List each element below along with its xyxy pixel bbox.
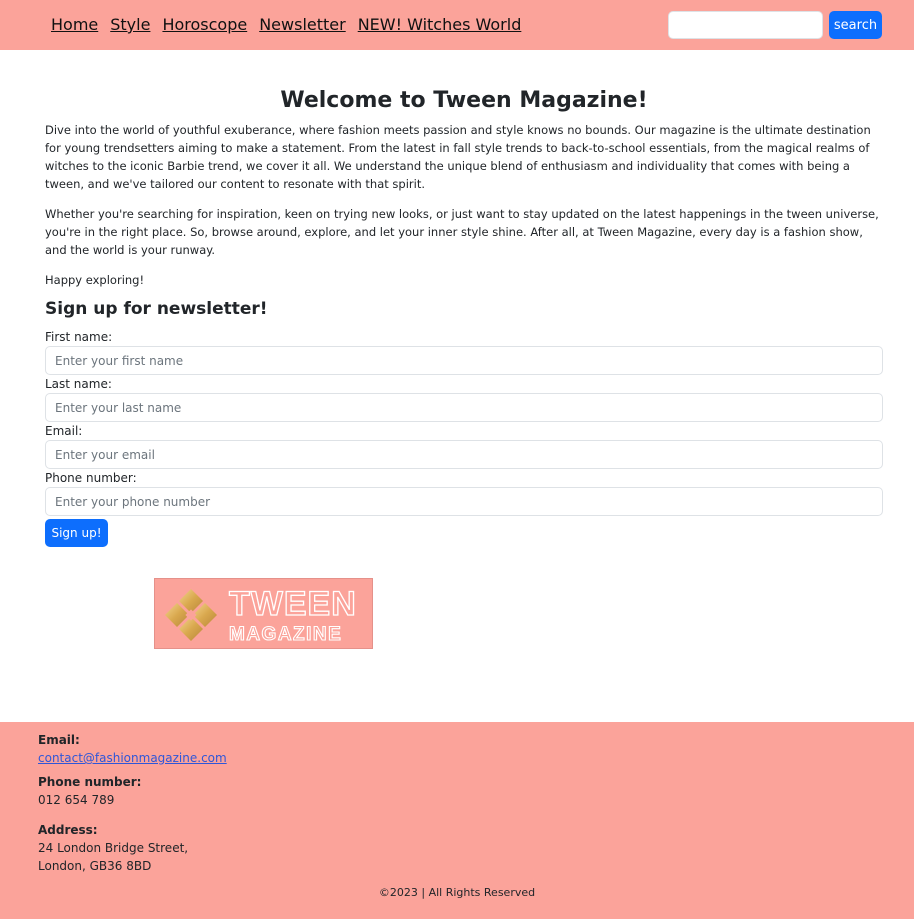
nav-link-witches-world[interactable]: NEW! Witches World bbox=[358, 14, 522, 36]
main-content: Welcome to Tween Magazine! Dive into the… bbox=[45, 86, 883, 301]
last-name-label: Last name: bbox=[45, 377, 112, 391]
intro-paragraph-2: Whether you're searching for inspiration… bbox=[45, 207, 879, 257]
page-title: Welcome to Tween Magazine! bbox=[280, 88, 648, 113]
nav-link-home[interactable]: Home bbox=[51, 14, 98, 36]
tween-magazine-logo: TWEEN MAGAZINE bbox=[154, 578, 373, 649]
nav-link-newsletter[interactable]: Newsletter bbox=[259, 14, 346, 36]
footer-address-line-1: 24 London Bridge Street, bbox=[38, 841, 189, 855]
nav-link-style[interactable]: Style bbox=[110, 14, 150, 36]
copyright-text: ©2023 | All Rights Reserved bbox=[378, 886, 536, 899]
closing-paragraph: Happy exploring! bbox=[45, 273, 145, 287]
signup-button[interactable]: Sign up! bbox=[45, 519, 108, 547]
logo-text-tween: TWEEN bbox=[229, 585, 357, 623]
email-label: Email: bbox=[45, 424, 83, 438]
footer-address-line-2: London, GB36 8BD bbox=[38, 859, 152, 873]
footer-phone-block: Phone number: 012 654 789 bbox=[38, 773, 141, 809]
footer-email-label: Email: bbox=[38, 733, 80, 747]
logo-text-magazine: MAGAZINE bbox=[229, 624, 342, 645]
intro-paragraph: Dive into the world of youthful exuberan… bbox=[45, 123, 871, 191]
footer-phone-value: 012 654 789 bbox=[38, 793, 115, 807]
diamond-emblem-icon bbox=[165, 589, 217, 641]
search-input[interactable] bbox=[668, 11, 823, 39]
nav-link-horoscope[interactable]: Horoscope bbox=[162, 14, 247, 36]
search-button[interactable]: search bbox=[829, 11, 882, 39]
page-footer: Email: contact@fashionmagazine.com Phone… bbox=[0, 722, 914, 919]
phone-label: Phone number: bbox=[45, 471, 137, 485]
first-name-label: First name: bbox=[45, 330, 113, 344]
signup-heading: Sign up for newsletter! bbox=[45, 299, 268, 319]
nav-links: Home Style Horoscope Newsletter NEW! Wit… bbox=[51, 14, 521, 36]
footer-phone-label: Phone number: bbox=[38, 775, 142, 789]
last-name-input[interactable] bbox=[45, 393, 883, 422]
phone-input[interactable] bbox=[45, 487, 883, 516]
logo-graphic: TWEEN MAGAZINE bbox=[165, 584, 357, 646]
footer-address-label: Address: bbox=[38, 823, 98, 837]
top-navbar: Home Style Horoscope Newsletter NEW! Wit… bbox=[0, 0, 914, 50]
footer-email-block: Email: contact@fashionmagazine.com bbox=[38, 731, 227, 767]
first-name-input[interactable] bbox=[45, 346, 883, 375]
footer-email-link[interactable]: contact@fashionmagazine.com bbox=[38, 751, 227, 765]
newsletter-signup-form: Sign up for newsletter! First name: Last… bbox=[45, 296, 883, 547]
footer-address-block: Address: 24 London Bridge Street, London… bbox=[38, 821, 188, 875]
email-input[interactable] bbox=[45, 440, 883, 469]
